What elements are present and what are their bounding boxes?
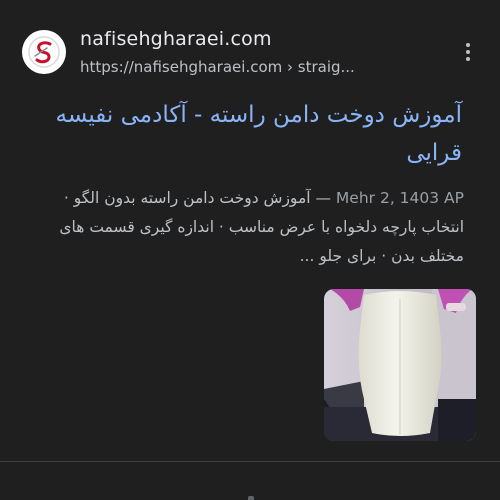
next-result [0,462,500,500]
more-options-icon[interactable] [458,40,478,64]
site-name[interactable]: nafisehgharaei.com [80,28,272,50]
search-result[interactable]: nafisehgharaei.com https://nafisehgharae… [0,0,500,460]
next-result-indicator [248,496,254,500]
site-logo-icon[interactable] [22,30,66,74]
skirt-photo [324,289,476,441]
result-title-link[interactable]: آموزش دوخت دامن راسته - آکادمی نفیسه قرا… [20,96,463,172]
result-date: Mehr 2, 1403 AP [335,189,464,207]
result-thumbnail[interactable] [324,289,476,441]
result-snippet: Mehr 2, 1403 AP — آموزش دوخت دامن راسته … [20,184,464,271]
site-url[interactable]: https://nafisehgharaei.com › straig... [80,58,380,76]
date-separator: — [310,189,336,207]
